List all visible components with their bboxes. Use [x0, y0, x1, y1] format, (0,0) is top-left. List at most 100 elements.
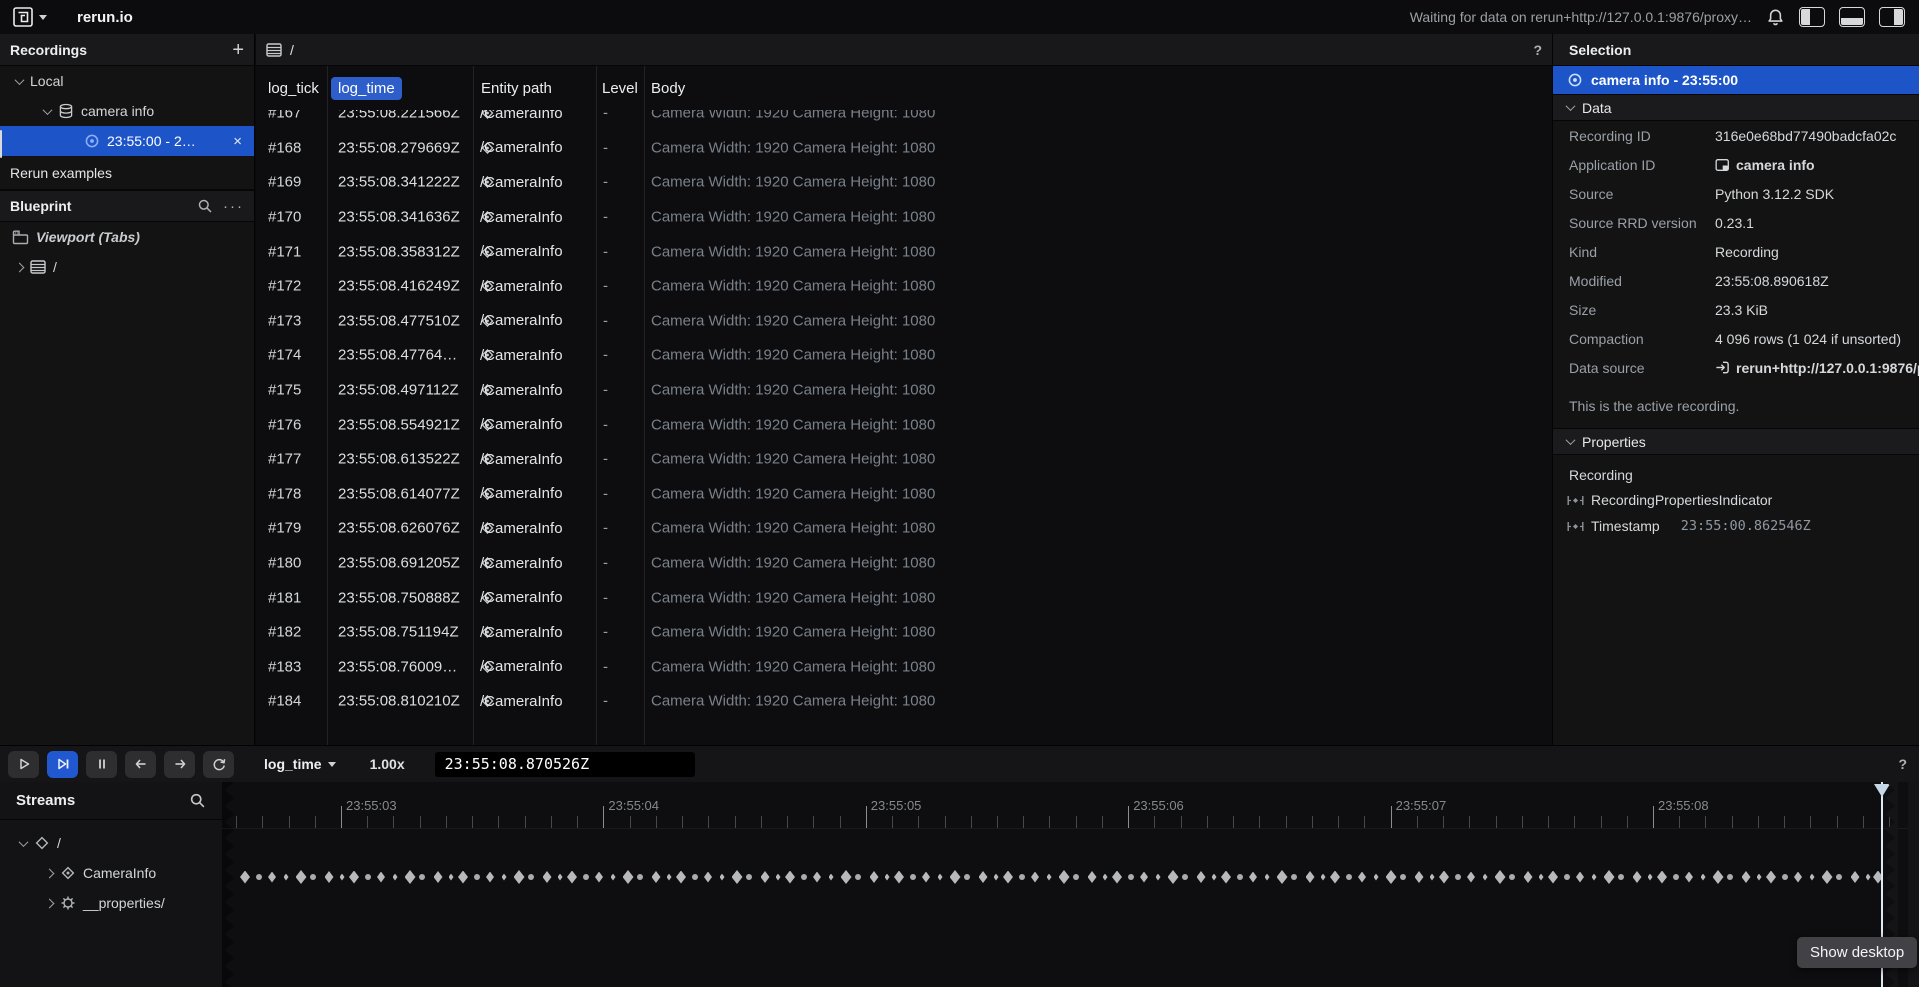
scrollbar-thumb[interactable]	[0, 130, 2, 158]
table-row[interactable]: #180 23:55:08.691205Z /CameraInfo - Came…	[256, 546, 1552, 581]
time-axis-minor-tick	[1837, 816, 1838, 828]
tree-item-recording-selected[interactable]: 23:55:00 - 2… ×	[0, 126, 254, 156]
follow-button[interactable]	[47, 751, 78, 778]
table-row[interactable]: #182 23:55:08.751194Z /CameraInfo - Came…	[256, 615, 1552, 650]
column-header-log-time-highlighted[interactable]: log_time	[331, 77, 402, 100]
chevron-right-icon[interactable]	[45, 868, 55, 878]
cell-entity-path[interactable]: /CameraInfo	[480, 210, 495, 225]
search-icon[interactable]	[197, 198, 213, 214]
table-rows-area[interactable]: #167 23:55:08.221566Z /CameraInfo - Came…	[256, 110, 1552, 745]
close-recording-button[interactable]: ×	[233, 133, 242, 150]
entity-path-label: /CameraInfo	[480, 174, 563, 191]
cell-entity-path[interactable]: /CameraInfo	[480, 590, 495, 605]
cell-entity-path[interactable]: /CameraInfo	[480, 625, 495, 640]
table-row[interactable]: #172 23:55:08.416249Z /CameraInfo - Came…	[256, 269, 1552, 304]
toggle-bottom-panel-icon[interactable]	[1839, 7, 1865, 27]
column-header-entity-path[interactable]: Entity path	[481, 80, 552, 97]
cell-entity-path[interactable]: /CameraInfo	[480, 556, 495, 571]
chevron-down-icon[interactable]	[43, 105, 53, 115]
notifications-bell-icon[interactable]	[1766, 8, 1785, 27]
timeline-selector-dropdown[interactable]: log_time	[264, 756, 336, 772]
rerun-examples-section[interactable]: Rerun examples	[0, 156, 254, 190]
toggle-left-panel-icon[interactable]	[1799, 7, 1825, 27]
cell-entity-path[interactable]: /CameraInfo	[480, 383, 495, 398]
time-axis-minor-tick	[1496, 816, 1497, 828]
playback-speed[interactable]: 1.00x	[370, 756, 405, 772]
table-row[interactable]: #171 23:55:08.358312Z /CameraInfo - Came…	[256, 234, 1552, 269]
search-icon[interactable]	[189, 792, 206, 809]
cell-entity-path[interactable]: /CameraInfo	[480, 279, 495, 294]
properties-section-header[interactable]: Properties	[1553, 428, 1919, 455]
cell-entity-path[interactable]: /CameraInfo	[480, 348, 495, 363]
event-mark	[325, 871, 334, 883]
property-row[interactable]: RecordingPropertiesIndicator	[1553, 487, 1919, 513]
table-row[interactable]: #184 23:55:08.810210Z /CameraInfo - Came…	[256, 684, 1552, 719]
step-forward-button[interactable]	[164, 751, 195, 778]
cell-entity-path[interactable]: /CameraInfo	[480, 110, 495, 121]
chevron-right-icon[interactable]	[45, 898, 55, 908]
table-row-clipped[interactable]: #167 23:55:08.221566Z /CameraInfo - Came…	[256, 110, 1552, 131]
column-header-log-tick[interactable]: log_tick	[268, 80, 319, 97]
cell-entity-path[interactable]: /CameraInfo	[480, 694, 495, 709]
stream-item-root[interactable]: /	[0, 828, 222, 858]
field-value: 0.23.1	[1715, 215, 1754, 231]
add-recording-button[interactable]: +	[232, 40, 244, 60]
table-row[interactable]: #181 23:55:08.750888Z /CameraInfo - Came…	[256, 580, 1552, 615]
table-row[interactable]: #169 23:55:08.341222Z /CameraInfo - Came…	[256, 165, 1552, 200]
loop-button[interactable]	[203, 751, 234, 778]
table-row[interactable]: #176 23:55:08.554921Z /CameraInfo - Came…	[256, 407, 1552, 442]
table-row[interactable]: #168 23:55:08.279669Z /CameraInfo - Came…	[256, 131, 1552, 166]
rerun-viewer-window: rerun.io Waiting for data on rerun+http:…	[0, 0, 1919, 987]
column-header-body[interactable]: Body	[651, 80, 685, 97]
step-back-button[interactable]	[125, 751, 156, 778]
table-row[interactable]: #175 23:55:08.497112Z /CameraInfo - Came…	[256, 373, 1552, 408]
table-row[interactable]: #179 23:55:08.626076Z /CameraInfo - Came…	[256, 511, 1552, 546]
selection-panel: Selection camera info - 23:55:00 Data Re…	[1552, 34, 1919, 745]
table-row[interactable]: #174 23:55:08.47764… /CameraInfo - Camer…	[256, 338, 1552, 373]
table-row[interactable]: #183 23:55:08.76009… /CameraInfo - Camer…	[256, 650, 1552, 685]
chevron-down-icon[interactable]	[19, 837, 29, 847]
selected-recording-row[interactable]: camera info - 23:55:00	[1553, 66, 1919, 94]
breadcrumb-root[interactable]: /	[290, 42, 294, 58]
blueprint-menu-icon[interactable]: ···	[223, 198, 244, 215]
cell-entity-path[interactable]: /CameraInfo	[480, 486, 495, 501]
table-row[interactable]: #170 23:55:08.341636Z /CameraInfo - Came…	[256, 200, 1552, 235]
tree-item-local[interactable]: Local	[0, 66, 254, 96]
recordings-title: Recordings	[10, 42, 87, 58]
viewport-item[interactable]: Viewport (Tabs)	[0, 222, 254, 252]
field-label: Modified	[1569, 273, 1715, 289]
chevron-right-icon[interactable]	[15, 262, 25, 272]
pause-button[interactable]	[86, 751, 117, 778]
blueprint-root-item[interactable]: /	[0, 252, 254, 282]
tree-item-camera-info[interactable]: camera info	[0, 96, 254, 126]
cell-entity-path[interactable]: /CameraInfo	[480, 244, 495, 259]
cell-entity-path[interactable]: /CameraInfo	[480, 313, 495, 328]
cell-entity-path[interactable]: /CameraInfo	[480, 521, 495, 536]
stream-properties-label: __properties/	[83, 895, 165, 911]
cell-entity-path[interactable]: /CameraInfo	[480, 140, 495, 155]
help-icon[interactable]: ?	[1898, 756, 1907, 772]
column-header-level[interactable]: Level	[602, 80, 638, 97]
stream-camerainfo-label: CameraInfo	[83, 865, 156, 881]
table-row[interactable]: #173 23:55:08.477510Z /CameraInfo - Came…	[256, 304, 1552, 339]
toggle-right-panel-icon[interactable]	[1879, 7, 1905, 27]
help-icon[interactable]: ?	[1533, 42, 1542, 58]
data-section-header[interactable]: Data	[1553, 94, 1919, 121]
chevron-down-icon[interactable]	[15, 75, 25, 85]
rerun-logo[interactable]	[12, 6, 47, 28]
timeline-canvas[interactable]: 23:55:0323:55:0423:55:0523:55:0623:55:07…	[222, 782, 1919, 987]
play-button[interactable]	[8, 751, 39, 778]
current-time-input[interactable]	[435, 752, 695, 777]
stream-item-camerainfo[interactable]: CameraInfo	[0, 858, 222, 888]
cell-entity-path[interactable]: /CameraInfo	[480, 659, 495, 674]
cell-entity-path[interactable]: /CameraInfo	[480, 175, 495, 190]
table-row[interactable]: #178 23:55:08.614077Z /CameraInfo - Came…	[256, 477, 1552, 512]
table-row[interactable]: #177 23:55:08.613522Z /CameraInfo - Came…	[256, 442, 1552, 477]
cell-entity-path[interactable]: /CameraInfo	[480, 417, 495, 432]
time-axis-minor-tick	[1469, 816, 1470, 828]
cell-entity-path[interactable]: /CameraInfo	[480, 452, 495, 467]
component-icon	[1567, 521, 1584, 532]
property-row[interactable]: Timestamp 23:55:00.862546Z	[1553, 513, 1919, 539]
time-axis-minor-tick	[787, 816, 788, 828]
stream-item-properties[interactable]: __properties/	[0, 888, 222, 918]
